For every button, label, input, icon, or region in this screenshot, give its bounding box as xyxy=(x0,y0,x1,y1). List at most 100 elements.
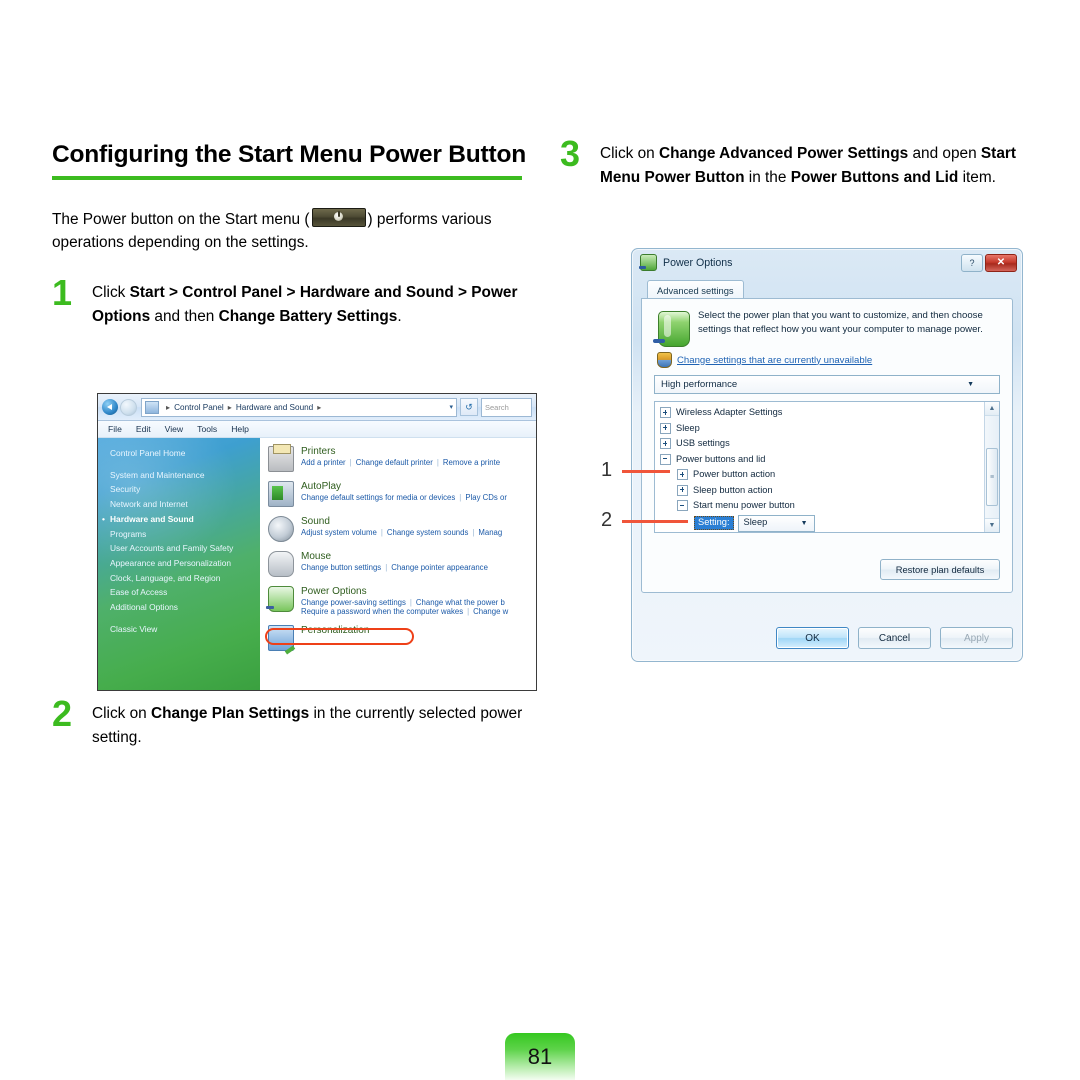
tree-node-label: USB settings xyxy=(676,438,730,449)
collapse-minus-icon[interactable] xyxy=(677,500,688,512)
power-links-line-2: Require a password when the computer wak… xyxy=(301,607,536,616)
expand-plus-icon[interactable] xyxy=(660,422,671,434)
emphasis-text: Change Battery Settings xyxy=(218,307,398,325)
tree-node-power-button-action[interactable]: Power button action xyxy=(660,467,999,483)
cp-sidebar: Control Panel Home System and Maintenanc… xyxy=(98,438,260,690)
help-button[interactable]: ? xyxy=(961,253,983,272)
power-plan-select[interactable]: High performance ▼ xyxy=(654,375,1000,394)
forward-icon[interactable] xyxy=(120,398,137,416)
link-change-default-printer[interactable]: Change default printer xyxy=(356,458,433,467)
link-change-default-settings[interactable]: Change default settings for media or dev… xyxy=(301,493,455,502)
tree-scrollbar[interactable]: ▲ ≡ ▼ xyxy=(984,402,999,532)
link-manage-audio[interactable]: Manag xyxy=(478,528,502,537)
category-power-options: Power Options Change power-saving settin… xyxy=(266,586,536,616)
expand-plus-icon[interactable] xyxy=(660,438,671,450)
sidebar-item-hardware-and-sound[interactable]: • Hardware and Sound xyxy=(102,512,260,527)
category-printers-title[interactable]: Printers xyxy=(301,446,536,457)
search-input[interactable]: Search xyxy=(481,397,532,417)
chevron-down-icon[interactable]: ▾ xyxy=(449,403,453,411)
autoplay-icon xyxy=(268,481,294,507)
link-require-password[interactable]: Require a password when the computer wak… xyxy=(301,607,463,616)
expand-plus-icon[interactable] xyxy=(677,484,688,496)
personalization-icon xyxy=(268,625,294,651)
sidebar-item-ease-of-access[interactable]: Ease of Access xyxy=(110,585,260,600)
sidebar-item-additional-options[interactable]: Additional Options xyxy=(110,600,260,615)
menu-item-help[interactable]: Help xyxy=(231,424,249,434)
category-autoplay-title[interactable]: AutoPlay xyxy=(301,481,536,492)
sidebar-item-network-and-internet[interactable]: Network and Internet xyxy=(110,497,260,512)
tab-advanced-settings[interactable]: Advanced settings xyxy=(647,280,744,299)
power-plug-icon xyxy=(639,254,657,271)
category-autoplay-links: Change default settings for media or dev… xyxy=(301,493,536,502)
sidebar-item-appearance[interactable]: Appearance and Personalization xyxy=(110,556,260,571)
cp-menu-bar: File Edit View Tools Help xyxy=(98,421,536,438)
unavailable-settings-row[interactable]: Change settings that are currently unava… xyxy=(657,352,1000,368)
link-play-cds[interactable]: Play CDs or xyxy=(465,493,507,502)
scroll-down-arrow-icon[interactable]: ▼ xyxy=(985,518,999,532)
manual-page: Configuring the Start Menu Power Button … xyxy=(0,0,1080,1080)
link-change-when[interactable]: Change w xyxy=(473,607,508,616)
breadcrumb-root[interactable]: Control Panel xyxy=(174,403,224,412)
menu-item-edit[interactable]: Edit xyxy=(136,424,151,434)
ok-button[interactable]: OK xyxy=(776,627,849,649)
title-underline xyxy=(52,175,522,180)
divider: | xyxy=(349,458,352,467)
category-printers: Printers Add a printer | Change default pr… xyxy=(268,444,536,472)
plain-text: Click xyxy=(92,283,130,301)
category-power-options-title[interactable]: Power Options xyxy=(301,586,536,597)
category-mouse-title[interactable]: Mouse xyxy=(301,551,536,562)
menu-item-tools[interactable]: Tools xyxy=(197,424,217,434)
sidebar-item-user-accounts[interactable]: User Accounts and Family Safety xyxy=(110,541,260,556)
breadcrumb-leaf[interactable]: Hardware and Sound xyxy=(236,403,313,412)
plain-text: item. xyxy=(958,169,996,187)
cancel-button[interactable]: Cancel xyxy=(858,627,931,649)
back-icon[interactable] xyxy=(102,399,118,415)
collapse-minus-icon[interactable] xyxy=(660,453,671,465)
expand-plus-icon[interactable] xyxy=(660,407,671,419)
sidebar-item-system-and-maintenance[interactable]: System and Maintenance xyxy=(110,468,260,483)
advanced-settings-tree[interactable]: Wireless Adapter Settings Sleep USB sett… xyxy=(654,401,1000,533)
tree-node-usb-settings[interactable]: USB settings xyxy=(660,436,999,452)
tree-node-sleep-button-action[interactable]: Sleep button action xyxy=(660,483,999,499)
breadcrumb[interactable]: ▸ Control Panel ▸ Hardware and Sound ▸ ▾ xyxy=(141,397,457,417)
refresh-icon[interactable]: ↺ xyxy=(460,398,478,416)
step-2-number: 2 xyxy=(52,693,73,734)
link-change-system-sounds[interactable]: Change system sounds xyxy=(387,528,468,537)
link-adjust-system-volume[interactable]: Adjust system volume xyxy=(301,528,377,537)
setting-value-select[interactable]: Sleep ▼ xyxy=(737,514,815,532)
sidebar-item-classic-view[interactable]: Classic View xyxy=(110,622,260,637)
link-change-power-saving-settings[interactable]: Change power-saving settings xyxy=(301,598,406,607)
scrollbar-thumb[interactable]: ≡ xyxy=(986,448,998,506)
tree-node-label: Sleep button action xyxy=(693,484,773,495)
restore-plan-defaults-button[interactable]: Restore plan defaults xyxy=(880,559,1000,580)
dialog-title: Power Options xyxy=(663,256,733,269)
dialog-title-bar[interactable]: Power Options ? ✕ xyxy=(632,249,1022,276)
menu-item-view[interactable]: View xyxy=(165,424,183,434)
link-change-what-power-buttons-do[interactable]: Change what the power b xyxy=(416,598,505,607)
sidebar-item-programs[interactable]: Programs xyxy=(110,527,260,542)
sidebar-item-security[interactable]: Security xyxy=(110,482,260,497)
expand-plus-icon[interactable] xyxy=(677,469,688,481)
category-power-options-links: Change power-saving settings | Change what… xyxy=(301,598,536,616)
sidebar-item-home[interactable]: Control Panel Home xyxy=(110,446,260,461)
tree-node-pci-express[interactable]: PCI Express xyxy=(660,532,999,533)
link-change-unavailable-settings[interactable]: Change settings that are currently unava… xyxy=(677,355,872,366)
link-add-a-printer[interactable]: Add a printer xyxy=(301,458,346,467)
close-icon[interactable]: ✕ xyxy=(985,253,1017,272)
link-remove-a-printer[interactable]: Remove a printe xyxy=(443,458,500,467)
power-options-dialog: Power Options ? ✕ Advanced settings Sele… xyxy=(631,248,1023,662)
link-change-pointer-appearance[interactable]: Change pointer appearance xyxy=(391,563,488,572)
scroll-up-arrow-icon[interactable]: ▲ xyxy=(985,402,999,416)
start-menu-power-button-icon xyxy=(311,207,366,227)
tree-node-start-menu-power-button[interactable]: Start menu power button xyxy=(660,498,999,514)
tree-node-power-buttons-and-lid[interactable]: Power buttons and lid xyxy=(660,452,999,468)
menu-item-file[interactable]: File xyxy=(108,424,122,434)
tree-node-sleep[interactable]: Sleep xyxy=(660,421,999,437)
link-change-button-settings[interactable]: Change button settings xyxy=(301,563,381,572)
power-plan-icon xyxy=(653,311,690,347)
category-sound-title[interactable]: Sound xyxy=(301,516,536,527)
sidebar-item-clock-language-region[interactable]: Clock, Language, and Region xyxy=(110,571,260,586)
category-personalization-title[interactable]: Personalization xyxy=(301,625,536,636)
category-autoplay: AutoPlay Change default settings for med… xyxy=(268,481,536,507)
tree-node-wireless-adapter-settings[interactable]: Wireless Adapter Settings xyxy=(660,405,999,421)
